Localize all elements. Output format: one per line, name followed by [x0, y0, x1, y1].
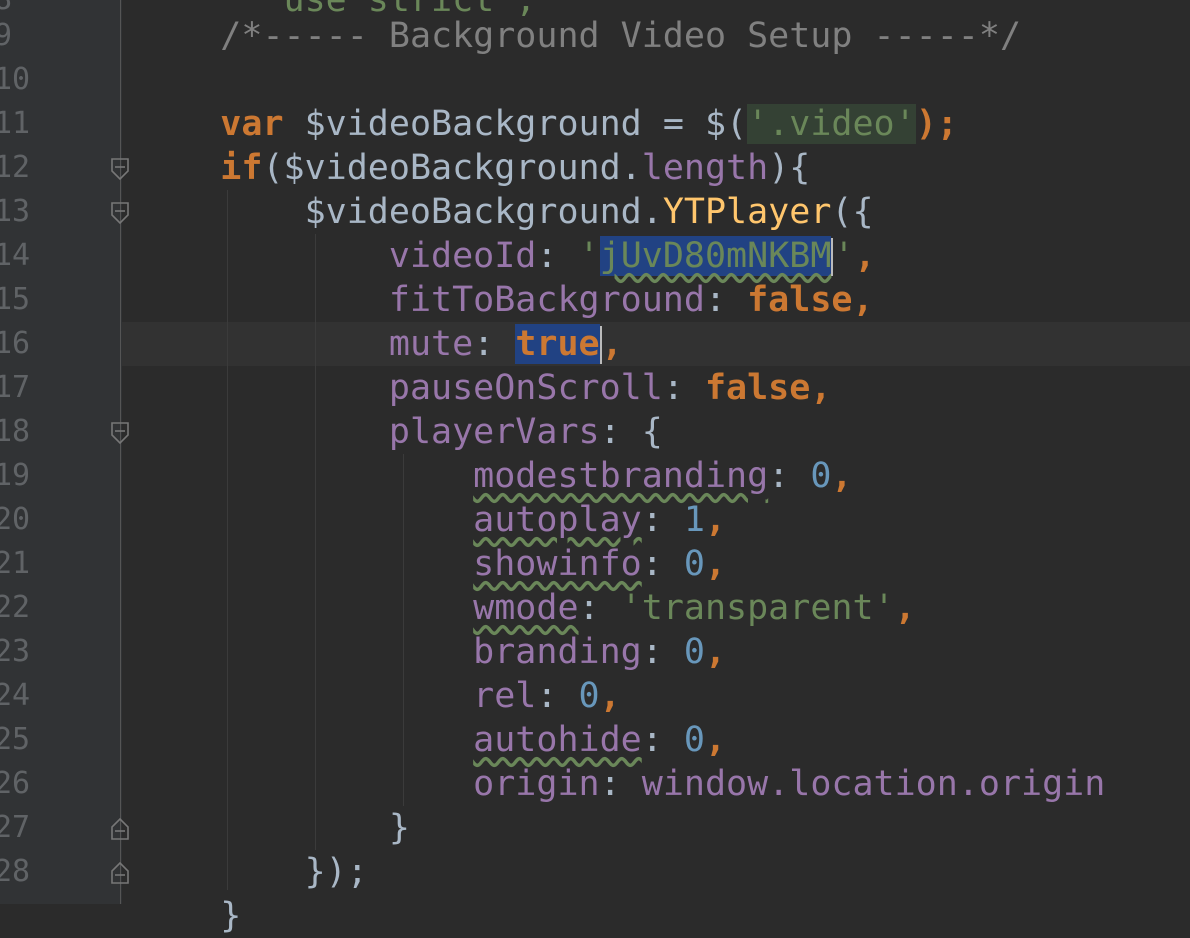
code-punctuation: }: [388, 808, 410, 848]
code-property: branding: [473, 632, 642, 672]
code-line: pauseOnScroll: false,: [388, 368, 832, 408]
code-variable: $videoBackground: [304, 104, 642, 144]
code-line: showinfo: 0,: [473, 544, 727, 584]
code-property: showinfo: [473, 544, 642, 584]
code-punctuation: });: [304, 852, 368, 892]
code-line: /*----- Background Video Setup -----*/: [136, 14, 1021, 58]
code-line: });: [136, 850, 368, 894]
code-keyword: false: [747, 280, 853, 320]
code-line: branding: 0,: [473, 632, 727, 672]
code-editor[interactable]: 8 9 10 11 12 13 14 15 16 17 18 19 20 21 …: [0, 0, 1190, 936]
code-punctuation: );: [915, 104, 958, 144]
code-operator: = $(: [641, 104, 748, 144]
code-number: 0: [683, 720, 705, 760]
code-line: wmode: 'transparent',: [473, 588, 916, 628]
code-number: 0: [578, 676, 600, 716]
code-line: $videoBackground.YTPlayer({: [136, 190, 874, 234]
code-punctuation: {: [641, 412, 663, 452]
code-keyword: if: [220, 148, 263, 188]
code-number: 0: [683, 632, 705, 672]
code-property: origin: [473, 764, 600, 804]
code-property: videoId: [388, 236, 537, 276]
code-line: origin: window.location.origin: [473, 764, 1106, 804]
code-keyword: var: [220, 104, 284, 144]
code-number: 1: [683, 500, 705, 540]
code-property: rel: [473, 676, 537, 716]
code-line: autohide: 0,: [473, 720, 727, 760]
code-string: '.video': [747, 104, 916, 144]
code-property: mute: [388, 324, 474, 364]
code-property: modestbranding: [473, 456, 769, 496]
code-keyword: false: [704, 368, 811, 408]
code-property: fitToBackground: [388, 280, 705, 320]
code-area[interactable]: 'use strict'; /*----- Background Video S…: [0, 0, 1190, 936]
code-function: YTPlayer: [662, 192, 832, 232]
code-number: 0: [810, 456, 832, 496]
code-line: var $videoBackground = $('.video');: [136, 102, 958, 146]
selected-text: true: [515, 324, 600, 364]
code-line: videoId: 'jUvD80mNKBM',: [388, 236, 876, 276]
code-line: playerVars: {: [388, 412, 663, 452]
code-punctuation: ){: [768, 148, 811, 188]
code-line: mute: true,: [388, 324, 623, 364]
code-property: autoplay: [473, 500, 642, 540]
code-property: autohide: [473, 720, 642, 760]
code-line: modestbranding: 0,: [473, 456, 853, 496]
code-line: if($videoBackground.length){: [136, 146, 810, 190]
code-number: 0: [683, 544, 705, 584]
code-string: 'transparent': [620, 588, 895, 628]
code-comment: /*----- Background Video Setup -----*/: [220, 16, 1022, 56]
code-property: playerVars: [388, 412, 600, 452]
code-property: length: [641, 148, 769, 188]
code-text: $videoBackground.: [304, 192, 663, 232]
code-expression: window.location.origin: [641, 764, 1106, 804]
code-line: fitToBackground: false,: [388, 280, 874, 320]
code-property: wmode: [473, 588, 579, 628]
code-punctuation: ({: [831, 192, 874, 232]
code-line: autoplay: 1,: [473, 500, 727, 540]
code-line: }: [136, 806, 410, 850]
code-line: }: [136, 896, 242, 936]
code-text: ($videoBackground.: [262, 148, 642, 188]
code-line: rel: 0,: [473, 676, 621, 716]
code-property: pauseOnScroll: [388, 368, 663, 408]
selected-text: jUvD80mNKBM: [599, 236, 832, 276]
